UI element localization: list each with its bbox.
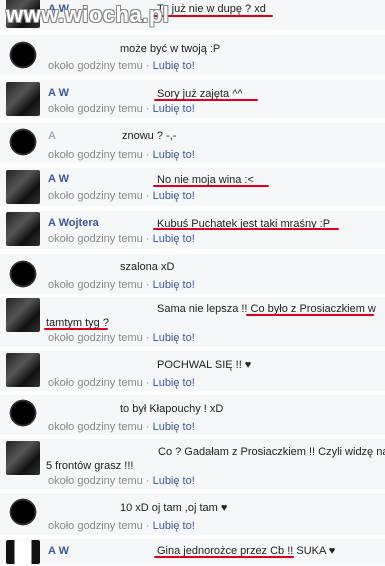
red-underline: [153, 15, 273, 17]
comment-2: może być w twoją :P około godziny temu ·…: [0, 35, 385, 76]
avatar[interactable]: [6, 495, 40, 529]
like-link[interactable]: Lubię to!: [153, 377, 195, 389]
avatar[interactable]: [6, 38, 40, 72]
comment-author[interactable]: A Wojtera: [48, 217, 99, 229]
avatar[interactable]: [6, 441, 40, 475]
comment-meta: około godziny temu · Lubię to!: [48, 103, 195, 115]
comment-author[interactable]: A W: [48, 545, 69, 557]
comment-text: POCHWAL SIĘ !! ♥: [157, 359, 252, 371]
comment-author[interactable]: A W: [48, 173, 69, 185]
comment-meta: około godziny temu · Lubię to!: [48, 377, 195, 389]
avatar[interactable]: [6, 82, 40, 116]
timestamp: około godziny temu: [48, 190, 143, 202]
comment-12: 10 xD oj tam ,oj tam ♥ około godziny tem…: [0, 493, 385, 536]
comment-author[interactable]: A: [48, 130, 56, 142]
timestamp: około godziny temu: [48, 520, 143, 532]
comment-text: 10 xD oj tam ,oj tam ♥: [120, 502, 228, 514]
comment-7: szalona xD około godziny temu · Lubię to…: [0, 254, 385, 295]
comment-13: A W Gina jednorożce przez Cb !! SUKA ♥: [0, 539, 385, 566]
like-link[interactable]: Lubię to!: [153, 421, 195, 433]
red-underline: [153, 228, 339, 230]
comment-meta: około godziny temu · Lubię to!: [48, 233, 195, 245]
like-link[interactable]: Lubię to!: [153, 149, 195, 161]
comment-text: Co ? Gadałam z Prosiaczkiem !! Czyli wid…: [158, 446, 385, 458]
like-link[interactable]: Lubię to!: [153, 190, 195, 202]
comment-text: może być w twoją :P: [120, 43, 221, 55]
like-link[interactable]: Lubię to!: [153, 475, 195, 487]
avatar[interactable]: [6, 125, 40, 159]
comment-meta: około godziny temu · Lubię to!: [48, 421, 195, 433]
like-link[interactable]: Lubię to!: [153, 520, 195, 532]
like-link[interactable]: Lubię to!: [153, 233, 195, 245]
avatar[interactable]: [6, 298, 40, 332]
comment-10: to był Kłapouchy ! xD około godziny temu…: [0, 395, 385, 436]
comment-8: Sama nie lepsza !! Co było z Prosiaczkie…: [0, 297, 385, 348]
avatar[interactable]: [6, 212, 40, 246]
avatar[interactable]: [6, 170, 40, 204]
comment-meta: około godziny temu · Lubię to!: [48, 279, 195, 291]
red-underline: [154, 99, 258, 101]
comment-5: A W No nie moja wina :< około godziny te…: [0, 168, 385, 207]
comment-meta: około godziny temu · Lubię to!: [48, 60, 195, 72]
like-link[interactable]: Lubię to!: [153, 60, 195, 72]
red-underline: [153, 185, 269, 187]
like-link[interactable]: Lubię to!: [153, 279, 195, 291]
comment-text: to był Kłapouchy ! xD: [120, 403, 224, 415]
comment-3: A W Sory już zajęta ^^ około godziny tem…: [0, 80, 385, 119]
avatar[interactable]: [6, 396, 40, 430]
comment-text: szalona xD: [120, 261, 175, 273]
comment-text-line2: 5 frontów grasz !!!: [46, 460, 134, 472]
comment-9: POCHWAL SIĘ !! ♥ około godziny temu · Lu…: [0, 351, 385, 392]
like-link[interactable]: Lubię to!: [153, 103, 195, 115]
comment-author[interactable]: A W: [48, 87, 69, 99]
timestamp: około godziny temu: [48, 149, 143, 161]
comment-6: A Wojtera Kubuś Puchatek jest taki mraśn…: [0, 211, 385, 250]
avatar[interactable]: [6, 257, 40, 291]
avatar[interactable]: [6, 540, 40, 564]
timestamp: około godziny temu: [48, 475, 143, 487]
timestamp: około godziny temu: [48, 421, 143, 433]
comment-meta: około godziny temu · Lubię to!: [48, 190, 195, 202]
comment-meta: około godziny temu · Lubię to!: [48, 332, 195, 344]
comment-11: Co ? Gadałam z Prosiaczkiem !! Czyli wid…: [0, 439, 385, 490]
like-link[interactable]: Lubię to!: [153, 332, 195, 344]
comment-text: znowu ? -,-: [122, 130, 177, 142]
comment-text: To już nie w dupę ? xd: [157, 3, 266, 15]
comment-meta: około godziny temu · Lubię to!: [48, 149, 195, 161]
timestamp: około godziny temu: [48, 103, 143, 115]
comment-meta: około godziny temu · Lubię to!: [48, 520, 195, 532]
watermark-logo: www.wiocha.pl: [6, 2, 170, 27]
timestamp: około godziny temu: [48, 279, 143, 291]
comment-meta: około godziny temu · Lubię to!: [48, 475, 195, 487]
red-underline: [154, 556, 294, 558]
red-underline: [246, 314, 374, 316]
timestamp: około godziny temu: [48, 377, 143, 389]
avatar[interactable]: [6, 353, 40, 387]
timestamp: około godziny temu: [48, 60, 143, 72]
timestamp: około godziny temu: [48, 332, 143, 344]
comment-4: A znowu ? -,- około godziny temu · Lubię…: [0, 123, 385, 164]
red-underline: [44, 328, 108, 330]
timestamp: około godziny temu: [48, 233, 143, 245]
